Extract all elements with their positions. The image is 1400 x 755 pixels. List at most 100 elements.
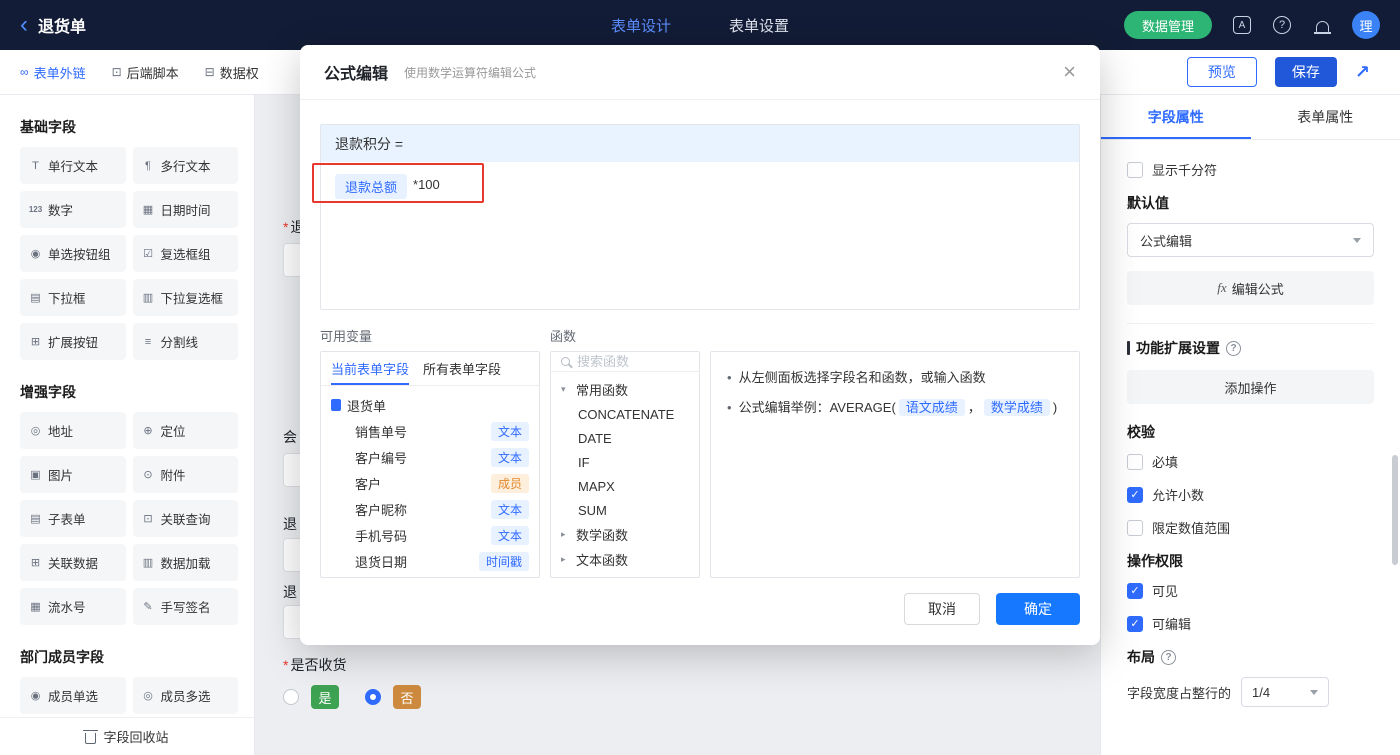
variable-field-customer-no[interactable]: 客户编号 文本 (331, 444, 529, 470)
tab-form-properties[interactable]: 表单属性 (1251, 95, 1400, 139)
function-item-concatenate[interactable]: CONCATENATE (561, 402, 689, 426)
bell-icon-wrap[interactable] (1312, 15, 1332, 35)
palette-item-image[interactable]: ▣ 图片 (20, 456, 126, 493)
function-search-input[interactable] (577, 354, 677, 369)
checkbox-icon[interactable] (1127, 519, 1143, 536)
palette-item-single-text[interactable]: T 单行文本 (20, 147, 126, 184)
palette-item-member-single[interactable]: ◉ 成员单选 (20, 677, 126, 714)
back-icon[interactable] (20, 13, 28, 37)
toolbar-item-backend-script[interactable]: ⊡ 后端脚本 (112, 63, 179, 82)
chevron-right-icon (561, 529, 571, 540)
palette-item-address[interactable]: ◎ 地址 (20, 412, 126, 449)
translate-icon-wrap[interactable] (1232, 15, 1252, 35)
palette-item-member-multi[interactable]: ◎ 成员多选 (132, 677, 238, 714)
toolbar-item-form-link[interactable]: ∞ 表单外链 (20, 63, 86, 82)
edit-formula-button[interactable]: fx 编辑公式 (1127, 271, 1374, 305)
select-value: 1/4 (1252, 684, 1271, 700)
function-group-text[interactable]: 文本函数 (561, 547, 689, 572)
question-icon[interactable] (1161, 649, 1176, 665)
share-icon[interactable] (1355, 62, 1370, 83)
function-item-sum[interactable]: SUM (561, 498, 689, 522)
close-icon[interactable] (1063, 61, 1076, 83)
variable-field-phone[interactable]: 手机号码 文本 (331, 522, 529, 548)
width-select[interactable]: 1/4 (1241, 677, 1330, 707)
field-type-icon: ▦ (142, 204, 154, 216)
toolbar-item-data-permission[interactable]: ⊟ 数据权 (205, 63, 259, 82)
function-group-math[interactable]: 数学函数 (561, 522, 689, 547)
field-type-badge: 文本 (490, 499, 529, 519)
radio-option-yes[interactable]: 是 (283, 685, 339, 709)
palette-item-divider[interactable]: ≡ 分割线 (132, 323, 238, 360)
default-value-select[interactable]: 公式编辑 (1127, 223, 1374, 257)
palette-item-datetime[interactable]: ▦ 日期时间 (132, 191, 238, 228)
palette-item-data-load[interactable]: ▥ 数据加载 (132, 544, 238, 581)
function-item-mapx[interactable]: MAPX (561, 474, 689, 498)
form-node-label: 退货单 (347, 398, 387, 414)
question-icon[interactable] (1226, 340, 1241, 356)
add-action-button[interactable]: 添加操作 (1127, 370, 1374, 404)
scrollbar-thumb[interactable] (1392, 455, 1398, 565)
palette-item-attachment[interactable]: ⊙ 附件 (132, 456, 238, 493)
cancel-button[interactable]: 取消 (904, 593, 980, 625)
checkbox-icon-checked[interactable] (1127, 615, 1143, 632)
palette-item-dropdown[interactable]: ▤ 下拉框 (20, 279, 126, 316)
checkbox-icon-checked[interactable] (1127, 486, 1143, 503)
variable-field-sales-no[interactable]: 销售单号 文本 (331, 418, 529, 444)
function-item-date[interactable]: DATE (561, 426, 689, 450)
tab-current-form-fields[interactable]: 当前表单字段 (331, 352, 409, 385)
palette-item-signature[interactable]: ✎ 手写签名 (132, 588, 238, 625)
visible-checkbox[interactable]: 可见 (1127, 581, 1374, 600)
variable-field-nickname[interactable]: 客户昵称 文本 (331, 496, 529, 522)
field-recycle-bin[interactable]: 字段回收站 (0, 717, 254, 755)
preview-button[interactable]: 预览 (1186, 57, 1257, 87)
data-manage-button[interactable]: 数据管理 (1123, 11, 1212, 39)
function-item-if[interactable]: IF (561, 450, 689, 474)
limit-range-checkbox[interactable]: 限定数值范围 (1127, 518, 1374, 537)
checkbox-icon-checked[interactable] (1127, 582, 1143, 599)
palette-item-related-query[interactable]: ⊡ 关联查询 (132, 500, 238, 537)
palette-item-number[interactable]: 123 数字 (20, 191, 126, 228)
function-search[interactable] (551, 352, 699, 372)
palette-item-radio-group[interactable]: ◉ 单选按钮组 (20, 235, 126, 272)
button-label: 编辑公式 (1231, 281, 1284, 297)
avatar[interactable]: 理 (1352, 11, 1380, 39)
variable-field-return-date[interactable]: 退货日期 时间戳 (331, 548, 529, 574)
tab-all-form-fields[interactable]: 所有表单字段 (423, 352, 501, 385)
palette-item-serial-number[interactable]: ▦ 流水号 (20, 588, 126, 625)
field-type-icon: ⊙ (143, 469, 153, 481)
radio-icon[interactable] (283, 689, 299, 705)
tab-form-design[interactable]: 表单设计 (611, 15, 671, 36)
checkbox-icon[interactable] (1127, 453, 1143, 470)
palette-item-multi-text[interactable]: ¶ 多行文本 (132, 147, 238, 184)
thousand-separator-checkbox[interactable]: 显示千分符 (1127, 160, 1374, 179)
palette-item-related-data[interactable]: ⊞ 关联数据 (20, 544, 126, 581)
checkbox-icon[interactable] (1127, 161, 1143, 178)
tab-field-properties[interactable]: 字段属性 (1101, 95, 1251, 139)
variable-field-customer[interactable]: 客户 成员 (331, 470, 529, 496)
allow-decimal-checkbox[interactable]: 允许小数 (1127, 485, 1374, 504)
palette-item-subform[interactable]: ▤ 子表单 (20, 500, 126, 537)
section-bar (1127, 341, 1130, 355)
link-icon: ∞ (20, 65, 29, 79)
palette-item-extend-button[interactable]: ⊞ 扩展按钮 (20, 323, 126, 360)
radio-option-no[interactable]: 否 (365, 685, 421, 709)
editable-checkbox[interactable]: 可编辑 (1127, 614, 1374, 633)
form-node[interactable]: 退货单 (331, 392, 529, 418)
palette-item-location[interactable]: ⊕ 定位 (132, 412, 238, 449)
field-chip-refund-total[interactable]: 退款总额 (335, 174, 408, 199)
label-text: 会 (283, 429, 297, 445)
help-text: 从左侧面板选择字段名和函数，或输入函数 (738, 370, 986, 385)
field-label-fragment: 会 (283, 427, 297, 447)
palette-item-checkbox-group[interactable]: ☑ 复选框组 (132, 235, 238, 272)
help-icon-wrap[interactable] (1272, 15, 1292, 35)
function-group-common[interactable]: 常用函数 (561, 377, 689, 402)
confirm-button[interactable]: 确定 (996, 593, 1080, 625)
field-name: 手机号码 (355, 528, 408, 544)
script-icon: ⊡ (111, 65, 122, 79)
tab-form-settings[interactable]: 表单设置 (729, 15, 789, 36)
formula-input-area[interactable]: 退款总额 *100 (321, 162, 1079, 309)
required-checkbox[interactable]: 必填 (1127, 452, 1374, 471)
save-button[interactable]: 保存 (1274, 57, 1337, 87)
radio-icon-selected[interactable] (365, 689, 381, 705)
palette-item-dropdown-multi[interactable]: ▥ 下拉复选框 (132, 279, 238, 316)
